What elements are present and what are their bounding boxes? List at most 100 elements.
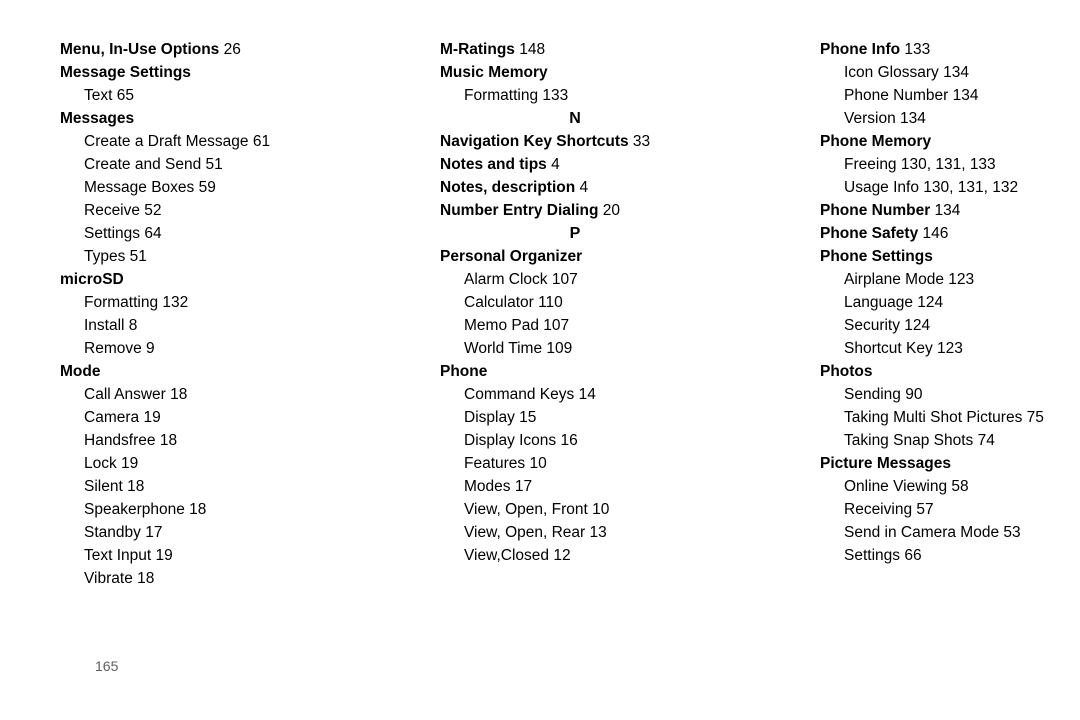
- index-subentry-label: Freeing: [844, 156, 897, 173]
- index-subentry-page: 57: [912, 501, 934, 518]
- index-entry-label: Notes, description: [440, 179, 575, 196]
- index-subentry-label: Modes: [464, 478, 511, 495]
- index-subentry-label: Version: [844, 110, 896, 127]
- index-entry: Menu, In-Use Options 26: [60, 38, 330, 61]
- index-subentry-label: Types: [84, 248, 125, 265]
- index-subentry-label: Message Boxes: [84, 179, 194, 196]
- index-subentry: Taking Snap Shots 74: [820, 429, 1080, 452]
- index-subentry-page: 18: [166, 386, 188, 403]
- index-entry-label: Menu, In-Use Options: [60, 41, 219, 58]
- index-subentry-page: 17: [141, 524, 163, 541]
- index-subentry-page: 132: [158, 294, 188, 311]
- index-subentry: Security 124: [820, 314, 1080, 337]
- index-subentry-label: Security: [844, 317, 900, 334]
- index-entry-label: Number Entry Dialing: [440, 202, 598, 219]
- index-subentry-page: 9: [142, 340, 155, 357]
- index-subentry: Remove 9: [60, 337, 330, 360]
- index-subentry-page: 74: [973, 432, 995, 449]
- index-entry-label: Music Memory: [440, 64, 548, 81]
- index-subentry-page: 19: [139, 409, 161, 426]
- index-subentry: Handsfree 18: [60, 429, 330, 452]
- index-subentry: Lock 19: [60, 452, 330, 475]
- index-entry: M-Ratings 148: [440, 38, 710, 61]
- index-subentry-label: Lock: [84, 455, 117, 472]
- index-subentry: Command Keys 14: [440, 383, 710, 406]
- index-entry: Phone Number 134: [820, 199, 1080, 222]
- index-entry: Mode: [60, 360, 330, 383]
- index-subentry: Speakerphone 18: [60, 498, 330, 521]
- index-subentry-page: 58: [947, 478, 969, 495]
- index-entry: Notes, description 4: [440, 176, 710, 199]
- index-subentry-label: Airplane Mode: [844, 271, 944, 288]
- index-entry: Phone Info 133: [820, 38, 1080, 61]
- index-subentry-page: 17: [511, 478, 533, 495]
- index-subentry-page: 14: [574, 386, 596, 403]
- index-entry-label: Message Settings: [60, 64, 191, 81]
- index-entry-label: Notes and tips: [440, 156, 547, 173]
- index-entry-label: Phone Info: [820, 41, 900, 58]
- index-subentry: Vibrate 18: [60, 567, 330, 590]
- index-entry-page: 146: [918, 225, 948, 242]
- index-entry-label: M-Ratings: [440, 41, 515, 58]
- index-subentry: Types 51: [60, 245, 330, 268]
- index-subentry-label: Command Keys: [464, 386, 574, 403]
- index-entry-label: Picture Messages: [820, 455, 951, 472]
- index-subentry: Message Boxes 59: [60, 176, 330, 199]
- index-entry-label: Phone Settings: [820, 248, 933, 265]
- section-letter: N: [440, 107, 710, 130]
- index-subentry-page: 109: [542, 340, 572, 357]
- index-subentry: Receiving 57: [820, 498, 1080, 521]
- index-subentry-page: 13: [585, 524, 607, 541]
- index-entry: microSD: [60, 268, 330, 291]
- index-subentry-page: 65: [112, 87, 134, 104]
- index-entry-page: 148: [515, 41, 545, 58]
- index-entry-label: Mode: [60, 363, 100, 380]
- index-subentry-page: 61: [249, 133, 271, 150]
- index-subentry-label: Memo Pad: [464, 317, 539, 334]
- index-subentry-label: Vibrate: [84, 570, 133, 587]
- index-subentry-page: 10: [588, 501, 610, 518]
- index-subentry-page: 107: [539, 317, 569, 334]
- index-subentry-page: 52: [140, 202, 162, 219]
- index-subentry: Send in Camera Mode 53: [820, 521, 1080, 544]
- index-subentry-label: Calculator: [464, 294, 534, 311]
- index-subentry: Receive 52: [60, 199, 330, 222]
- index-entry: Photos: [820, 360, 1080, 383]
- index-subentry: View,Closed 12: [440, 544, 710, 567]
- index-subentry: Create a Draft Message 61: [60, 130, 330, 153]
- index-entry-label: Phone Safety: [820, 225, 918, 242]
- index-subentry-page: 19: [117, 455, 139, 472]
- index-subentry-label: Handsfree: [84, 432, 156, 449]
- index-subentry-label: Text Input: [84, 547, 151, 564]
- index-entry: Music Memory: [440, 61, 710, 84]
- index-subentry: Text 65: [60, 84, 330, 107]
- index-entry-label: Messages: [60, 110, 134, 127]
- index-subentry: Usage Info 130, 131, 132: [820, 176, 1080, 199]
- index-entry: Notes and tips 4: [440, 153, 710, 176]
- index-subentry-label: View, Open, Front: [464, 501, 588, 518]
- index-entry-label: Phone Number: [820, 202, 930, 219]
- index-subentry-page: 8: [125, 317, 138, 334]
- column-2: M-Ratings 148Music MemoryFormatting 133N…: [440, 38, 710, 590]
- index-subentry: Display 15: [440, 406, 710, 429]
- section-letter: P: [440, 222, 710, 245]
- index-subentry: Silent 18: [60, 475, 330, 498]
- index-subentry-page: 123: [944, 271, 974, 288]
- index-subentry-label: Formatting: [84, 294, 158, 311]
- index-subentry: Features 10: [440, 452, 710, 475]
- index-subentry-page: 130, 131, 132: [919, 179, 1018, 196]
- index-subentry-page: 18: [123, 478, 145, 495]
- index-entry-page: 20: [598, 202, 620, 219]
- index-subentry-page: 19: [151, 547, 173, 564]
- index-subentry: Standby 17: [60, 521, 330, 544]
- index-subentry-page: 124: [913, 294, 943, 311]
- index-entry-page: 134: [930, 202, 960, 219]
- index-subentry-label: Camera: [84, 409, 139, 426]
- index-subentry-page: 110: [534, 294, 563, 311]
- index-subentry-page: 124: [900, 317, 930, 334]
- index-subentry-page: 18: [185, 501, 207, 518]
- index-subentry-page: 123: [933, 340, 963, 357]
- index-entry-page: 33: [629, 133, 651, 150]
- index-subentry-label: Features: [464, 455, 525, 472]
- index-subentry-label: Receive: [84, 202, 140, 219]
